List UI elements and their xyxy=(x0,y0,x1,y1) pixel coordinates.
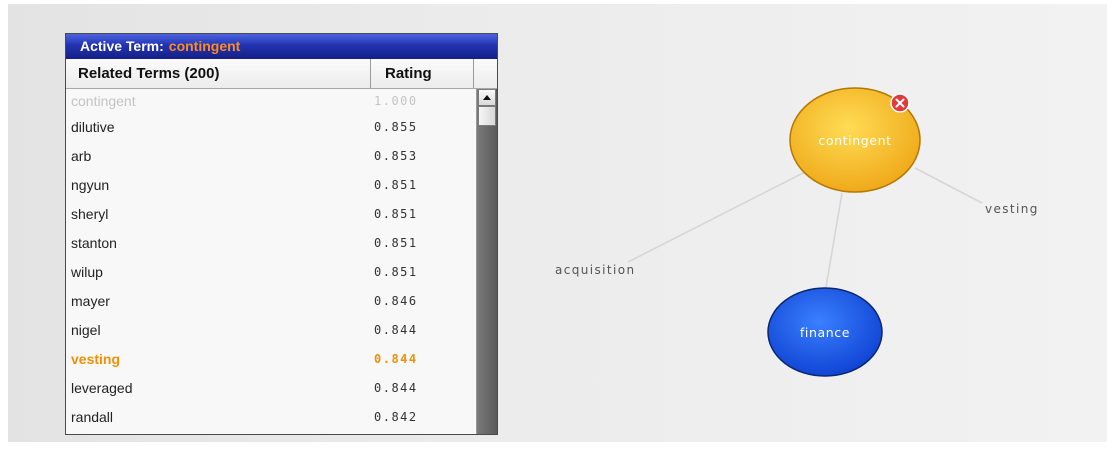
list-item[interactable]: mayer 0.846 xyxy=(66,286,476,315)
list-item[interactable]: stanton 0.851 xyxy=(66,228,476,257)
term-name: arb xyxy=(71,147,92,164)
list-item[interactable]: dilutive 0.855 xyxy=(66,112,476,141)
list-item[interactable]: randall 0.842 xyxy=(66,402,476,431)
list-item[interactable]: vesting 0.844 xyxy=(66,344,476,373)
term-rating: 0.851 xyxy=(374,264,418,279)
scrollbar-thumb[interactable] xyxy=(478,106,496,126)
header-spacer xyxy=(474,59,497,88)
term-name: wilup xyxy=(71,263,103,280)
edge-finance xyxy=(825,192,843,288)
list-item[interactable]: wilup 0.851 xyxy=(66,257,476,286)
list-item[interactable]: sheryl 0.851 xyxy=(66,199,476,228)
term-rating: 0.846 xyxy=(374,293,418,308)
list-item[interactable]: contingent 1.000 xyxy=(66,89,476,112)
graph-term-acquisition[interactable]: acquisition xyxy=(555,263,635,277)
table-header: Related Terms (200) Rating xyxy=(66,59,497,89)
column-header-related-terms[interactable]: Related Terms (200) xyxy=(66,59,371,88)
scroll-up-button[interactable] xyxy=(478,89,496,106)
child-node-finance[interactable]: finance xyxy=(767,287,883,377)
term-rating: 1.000 xyxy=(374,93,418,108)
term-rating: 0.851 xyxy=(374,177,418,192)
active-node-label: contingent xyxy=(818,133,891,148)
term-graph: acquisition vesting contingent finance xyxy=(555,87,1039,377)
term-name: mayer xyxy=(71,292,110,309)
term-rating: 0.851 xyxy=(374,235,418,250)
term-rating: 0.842 xyxy=(374,409,418,424)
term-rating: 0.853 xyxy=(374,148,418,163)
term-name: ngyun xyxy=(71,176,110,193)
term-name: vesting xyxy=(71,350,121,367)
column-header-rating[interactable]: Rating xyxy=(371,59,474,88)
graph-term-vesting[interactable]: vesting xyxy=(985,202,1039,216)
close-icon[interactable] xyxy=(890,93,910,113)
term-name: stanton xyxy=(71,234,117,251)
term-name: nigel xyxy=(71,321,101,338)
term-rating: 0.844 xyxy=(374,380,418,395)
list-item[interactable]: nigel 0.844 xyxy=(66,315,476,344)
related-terms-panel: Active Term: contingent Related Terms (20… xyxy=(65,33,498,435)
list-item[interactable]: arb 0.853 xyxy=(66,141,476,170)
term-name: leveraged xyxy=(71,379,133,396)
term-name: randall xyxy=(71,408,114,425)
term-rating: 0.844 xyxy=(374,351,418,366)
active-term-label: Active Term: xyxy=(80,38,164,54)
related-terms-list: contingent 1.000 dilutive 0.855 arb 0.85… xyxy=(66,89,497,434)
term-rating: 0.855 xyxy=(374,119,418,134)
term-name: contingent xyxy=(71,92,136,109)
term-rating: 0.851 xyxy=(374,206,418,221)
child-node-label: finance xyxy=(800,325,850,340)
term-name: dilutive xyxy=(71,118,115,135)
edge-vesting xyxy=(914,167,983,204)
vertical-scrollbar[interactable] xyxy=(476,89,497,434)
term-name: sheryl xyxy=(71,205,109,222)
active-term-value: contingent xyxy=(168,38,241,54)
list-item[interactable]: ngyun 0.851 xyxy=(66,170,476,199)
arrow-up-icon xyxy=(483,95,491,100)
term-rating: 0.844 xyxy=(374,322,418,337)
edge-acquisition xyxy=(627,171,806,263)
list-item[interactable]: leveraged 0.844 xyxy=(66,373,476,402)
panel-title-bar: Active Term: contingent xyxy=(66,34,497,59)
